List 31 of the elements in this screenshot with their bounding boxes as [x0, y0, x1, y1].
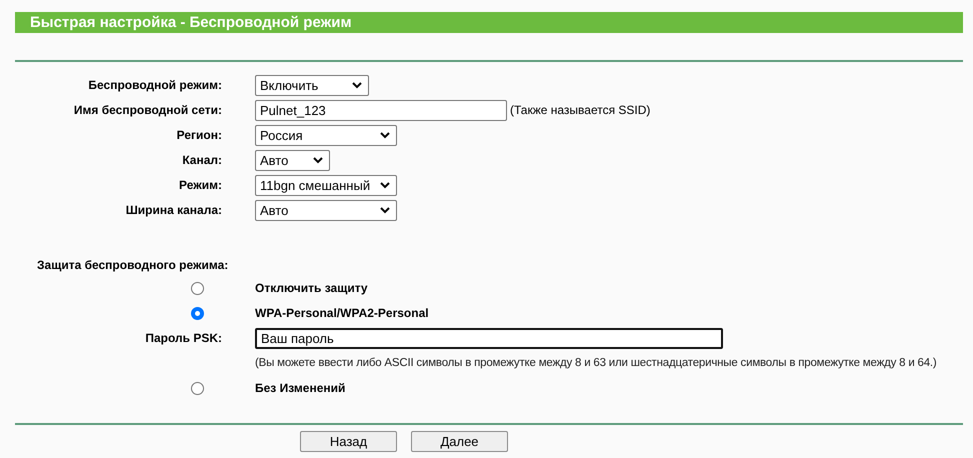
- radio-button[interactable]: [191, 306, 204, 320]
- chevron-down-icon: [380, 206, 390, 214]
- field-label: Ширина канала:: [126, 203, 222, 217]
- dropdown[interactable]: 11bgn смешанный: [255, 174, 397, 196]
- dropdown[interactable]: Авто: [255, 200, 397, 220]
- field-label: Имя беспроводной сети:: [74, 103, 222, 117]
- password-field[interactable]: Ваш пароль: [255, 328, 723, 348]
- dropdown[interactable]: Авто: [255, 150, 330, 170]
- nav-button[interactable]: Назад: [300, 431, 397, 452]
- dropdown[interactable]: Включить: [255, 74, 369, 96]
- radio-button[interactable]: [191, 382, 204, 394]
- input-field[interactable]: Pulnet_123: [255, 100, 507, 120]
- chevron-down-icon: [313, 156, 323, 164]
- field-label: Регион:: [176, 128, 222, 142]
- field-label: Беспроводной режим:: [88, 78, 222, 92]
- radio-label: WPA-Personal/WPA2-Personal: [255, 306, 429, 320]
- nav-button[interactable]: Далее: [411, 431, 508, 452]
- radio-label: Без Изменений: [255, 381, 346, 395]
- field-label: Пароль PSK:: [145, 331, 222, 345]
- chevron-down-icon: [380, 132, 390, 138]
- radio-button[interactable]: [191, 282, 204, 294]
- page-title: Быстрая настройка - Беспроводной режим: [15, 12, 963, 33]
- hint-text: (Вы можете ввести либо ASCII символы в промежутке между 8 и 63 или шестнадцатеричные символы в промежутке между 8 и 64.): [255, 357, 937, 369]
- dropdown[interactable]: Россия: [255, 124, 397, 146]
- field-label: Режим:: [179, 178, 222, 192]
- chevron-down-icon: [380, 182, 390, 188]
- field-label: Канал:: [182, 153, 222, 167]
- section-label: Защита беспроводного режима:: [37, 258, 230, 272]
- radio-label: Отключить защиту: [255, 281, 368, 295]
- chevron-down-icon: [352, 82, 362, 88]
- field-note: (Также называется SSID): [510, 103, 650, 117]
